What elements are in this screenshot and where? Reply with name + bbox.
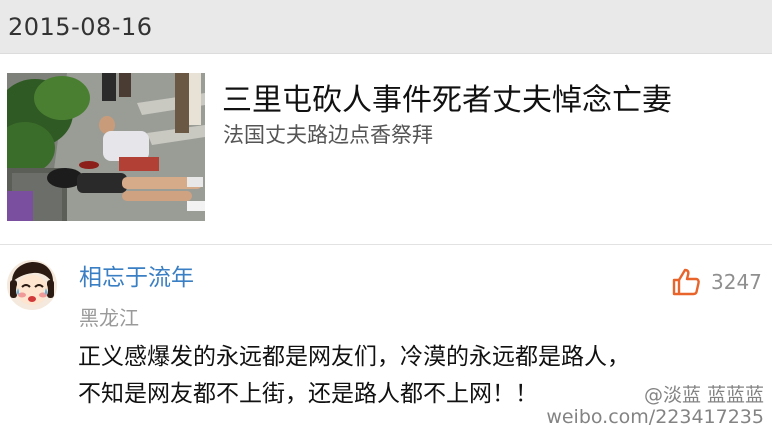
article-title[interactable]: 三里屯砍人事件死者丈夫悼念亡妻 — [222, 75, 672, 119]
like-button[interactable]: 3247 — [671, 266, 762, 298]
watermark-handle: @淡蓝 蓝蓝蓝 — [643, 384, 764, 406]
weibo-watermark: @淡蓝 蓝蓝蓝 weibo.com/223417235 — [546, 384, 764, 428]
comment-username[interactable]: 相忘于流年 — [79, 258, 194, 292]
date-header: 2015-08-16 — [0, 0, 772, 54]
date-label: 2015-08-16 — [8, 13, 153, 41]
comment-location: 黑龙江 — [79, 306, 139, 330]
article-subtitle: 法国丈夫路边点香祭拜 — [223, 123, 433, 147]
thumbs-up-icon — [671, 267, 701, 297]
like-count: 3247 — [711, 270, 762, 294]
avatar[interactable] — [7, 260, 57, 310]
article-thumbnail[interactable] — [7, 73, 205, 221]
watermark-url: weibo.com/223417235 — [546, 406, 764, 428]
comment-line: 正义感爆发的永远都是网友们，冷漠的永远都是路人， — [78, 344, 630, 370]
avatar-face-icon — [7, 260, 57, 310]
page: 2015-08-16 三里屯砍人事件死者丈夫悼念亡妻 法国丈夫路边点香祭拜 相忘… — [0, 0, 772, 434]
news-article-card[interactable]: 三里屯砍人事件死者丈夫悼念亡妻 法国丈夫路边点香祭拜 — [0, 55, 772, 245]
news-photo-icon — [7, 73, 205, 221]
